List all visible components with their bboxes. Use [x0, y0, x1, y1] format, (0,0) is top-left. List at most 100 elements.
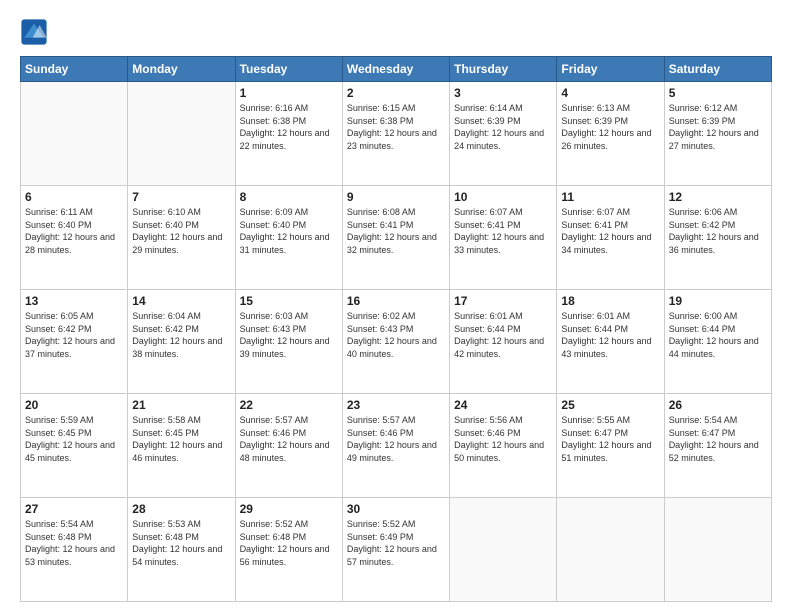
- day-number: 14: [132, 294, 230, 308]
- day-number: 17: [454, 294, 552, 308]
- day-cell: 26 Sunrise: 5:54 AM Sunset: 6:47 PM Dayli…: [664, 394, 771, 498]
- day-cell: [664, 498, 771, 602]
- calendar-table: SundayMondayTuesdayWednesdayThursdayFrid…: [20, 56, 772, 602]
- page: SundayMondayTuesdayWednesdayThursdayFrid…: [0, 0, 792, 612]
- day-number: 29: [240, 502, 338, 516]
- day-info: Sunrise: 6:15 AM Sunset: 6:38 PM Dayligh…: [347, 102, 445, 152]
- day-info: Sunrise: 5:55 AM Sunset: 6:47 PM Dayligh…: [561, 414, 659, 464]
- day-info: Sunrise: 6:01 AM Sunset: 6:44 PM Dayligh…: [454, 310, 552, 360]
- day-info: Sunrise: 6:05 AM Sunset: 6:42 PM Dayligh…: [25, 310, 123, 360]
- day-cell: 12 Sunrise: 6:06 AM Sunset: 6:42 PM Dayli…: [664, 186, 771, 290]
- day-info: Sunrise: 6:12 AM Sunset: 6:39 PM Dayligh…: [669, 102, 767, 152]
- day-cell: 3Sunrise: 6:14 AM Sunset: 6:39 PM Daylig…: [450, 82, 557, 186]
- day-cell: [557, 498, 664, 602]
- day-cell: [128, 82, 235, 186]
- day-cell: 22Sunrise: 5:57 AM Sunset: 6:46 PM Dayli…: [235, 394, 342, 498]
- day-cell: 18 Sunrise: 6:01 AM Sunset: 6:44 PM Dayli…: [557, 290, 664, 394]
- day-cell: 1 Sunrise: 6:16 AM Sunset: 6:38 PM Daylig…: [235, 82, 342, 186]
- day-cell: 10Sunrise: 6:07 AM Sunset: 6:41 PM Dayli…: [450, 186, 557, 290]
- day-number: 3: [454, 86, 552, 100]
- day-cell: 15 Sunrise: 6:03 AM Sunset: 6:43 PM Dayli…: [235, 290, 342, 394]
- week-row-4: 20 Sunrise: 5:59 AM Sunset: 6:45 PM Dayli…: [21, 394, 772, 498]
- header: [20, 18, 772, 46]
- day-info: Sunrise: 6:16 AM Sunset: 6:38 PM Dayligh…: [240, 102, 338, 152]
- header-row: SundayMondayTuesdayWednesdayThursdayFrid…: [21, 57, 772, 82]
- week-row-3: 13Sunrise: 6:05 AM Sunset: 6:42 PM Dayli…: [21, 290, 772, 394]
- col-header-saturday: Saturday: [664, 57, 771, 82]
- day-info: Sunrise: 6:08 AM Sunset: 6:41 PM Dayligh…: [347, 206, 445, 256]
- day-info: Sunrise: 6:13 AM Sunset: 6:39 PM Dayligh…: [561, 102, 659, 152]
- day-number: 18: [561, 294, 659, 308]
- day-number: 7: [132, 190, 230, 204]
- day-number: 1: [240, 86, 338, 100]
- day-info: Sunrise: 6:03 AM Sunset: 6:43 PM Dayligh…: [240, 310, 338, 360]
- day-cell: [21, 82, 128, 186]
- day-info: Sunrise: 5:59 AM Sunset: 6:45 PM Dayligh…: [25, 414, 123, 464]
- day-number: 10: [454, 190, 552, 204]
- day-info: Sunrise: 6:09 AM Sunset: 6:40 PM Dayligh…: [240, 206, 338, 256]
- col-header-wednesday: Wednesday: [342, 57, 449, 82]
- week-row-5: 27 Sunrise: 5:54 AM Sunset: 6:48 PM Dayli…: [21, 498, 772, 602]
- day-info: Sunrise: 6:06 AM Sunset: 6:42 PM Dayligh…: [669, 206, 767, 256]
- day-number: 2: [347, 86, 445, 100]
- col-header-sunday: Sunday: [21, 57, 128, 82]
- day-info: Sunrise: 6:00 AM Sunset: 6:44 PM Dayligh…: [669, 310, 767, 360]
- week-row-2: 6Sunrise: 6:11 AM Sunset: 6:40 PM Daylig…: [21, 186, 772, 290]
- day-cell: 24 Sunrise: 5:56 AM Sunset: 6:46 PM Dayli…: [450, 394, 557, 498]
- day-info: Sunrise: 6:04 AM Sunset: 6:42 PM Dayligh…: [132, 310, 230, 360]
- day-info: Sunrise: 5:58 AM Sunset: 6:45 PM Dayligh…: [132, 414, 230, 464]
- col-header-friday: Friday: [557, 57, 664, 82]
- day-number: 28: [132, 502, 230, 516]
- day-number: 20: [25, 398, 123, 412]
- day-cell: 14 Sunrise: 6:04 AM Sunset: 6:42 PM Dayli…: [128, 290, 235, 394]
- day-number: 23: [347, 398, 445, 412]
- day-cell: 16 Sunrise: 6:02 AM Sunset: 6:43 PM Dayli…: [342, 290, 449, 394]
- day-number: 9: [347, 190, 445, 204]
- day-number: 30: [347, 502, 445, 516]
- day-cell: 20 Sunrise: 5:59 AM Sunset: 6:45 PM Dayli…: [21, 394, 128, 498]
- day-info: Sunrise: 6:07 AM Sunset: 6:41 PM Dayligh…: [561, 206, 659, 256]
- day-cell: 29 Sunrise: 5:52 AM Sunset: 6:48 PM Dayli…: [235, 498, 342, 602]
- day-cell: 8Sunrise: 6:09 AM Sunset: 6:40 PM Daylig…: [235, 186, 342, 290]
- col-header-thursday: Thursday: [450, 57, 557, 82]
- day-info: Sunrise: 5:52 AM Sunset: 6:48 PM Dayligh…: [240, 518, 338, 568]
- day-number: 15: [240, 294, 338, 308]
- day-number: 11: [561, 190, 659, 204]
- day-info: Sunrise: 5:53 AM Sunset: 6:48 PM Dayligh…: [132, 518, 230, 568]
- day-cell: 6Sunrise: 6:11 AM Sunset: 6:40 PM Daylig…: [21, 186, 128, 290]
- day-info: Sunrise: 5:57 AM Sunset: 6:46 PM Dayligh…: [347, 414, 445, 464]
- day-cell: 7Sunrise: 6:10 AM Sunset: 6:40 PM Daylig…: [128, 186, 235, 290]
- day-number: 24: [454, 398, 552, 412]
- day-cell: 28 Sunrise: 5:53 AM Sunset: 6:48 PM Dayli…: [128, 498, 235, 602]
- day-cell: 4Sunrise: 6:13 AM Sunset: 6:39 PM Daylig…: [557, 82, 664, 186]
- col-header-tuesday: Tuesday: [235, 57, 342, 82]
- day-cell: 13Sunrise: 6:05 AM Sunset: 6:42 PM Dayli…: [21, 290, 128, 394]
- day-info: Sunrise: 6:02 AM Sunset: 6:43 PM Dayligh…: [347, 310, 445, 360]
- day-cell: 17 Sunrise: 6:01 AM Sunset: 6:44 PM Dayli…: [450, 290, 557, 394]
- day-number: 16: [347, 294, 445, 308]
- day-number: 22: [240, 398, 338, 412]
- day-info: Sunrise: 5:54 AM Sunset: 6:48 PM Dayligh…: [25, 518, 123, 568]
- day-number: 21: [132, 398, 230, 412]
- col-header-monday: Monday: [128, 57, 235, 82]
- day-cell: 19 Sunrise: 6:00 AM Sunset: 6:44 PM Dayli…: [664, 290, 771, 394]
- day-info: Sunrise: 5:54 AM Sunset: 6:47 PM Dayligh…: [669, 414, 767, 464]
- day-cell: 21 Sunrise: 5:58 AM Sunset: 6:45 PM Dayli…: [128, 394, 235, 498]
- day-cell: 30 Sunrise: 5:52 AM Sunset: 6:49 PM Dayli…: [342, 498, 449, 602]
- day-number: 25: [561, 398, 659, 412]
- logo-icon: [20, 18, 48, 46]
- day-cell: 27 Sunrise: 5:54 AM Sunset: 6:48 PM Dayli…: [21, 498, 128, 602]
- day-number: 27: [25, 502, 123, 516]
- day-info: Sunrise: 6:01 AM Sunset: 6:44 PM Dayligh…: [561, 310, 659, 360]
- day-number: 26: [669, 398, 767, 412]
- day-cell: 9 Sunrise: 6:08 AM Sunset: 6:41 PM Daylig…: [342, 186, 449, 290]
- day-number: 19: [669, 294, 767, 308]
- day-cell: 11 Sunrise: 6:07 AM Sunset: 6:41 PM Dayli…: [557, 186, 664, 290]
- day-cell: 5Sunrise: 6:12 AM Sunset: 6:39 PM Daylig…: [664, 82, 771, 186]
- day-cell: 23 Sunrise: 5:57 AM Sunset: 6:46 PM Dayli…: [342, 394, 449, 498]
- day-info: Sunrise: 5:52 AM Sunset: 6:49 PM Dayligh…: [347, 518, 445, 568]
- day-info: Sunrise: 5:56 AM Sunset: 6:46 PM Dayligh…: [454, 414, 552, 464]
- logo: [20, 18, 52, 46]
- day-number: 6: [25, 190, 123, 204]
- day-number: 12: [669, 190, 767, 204]
